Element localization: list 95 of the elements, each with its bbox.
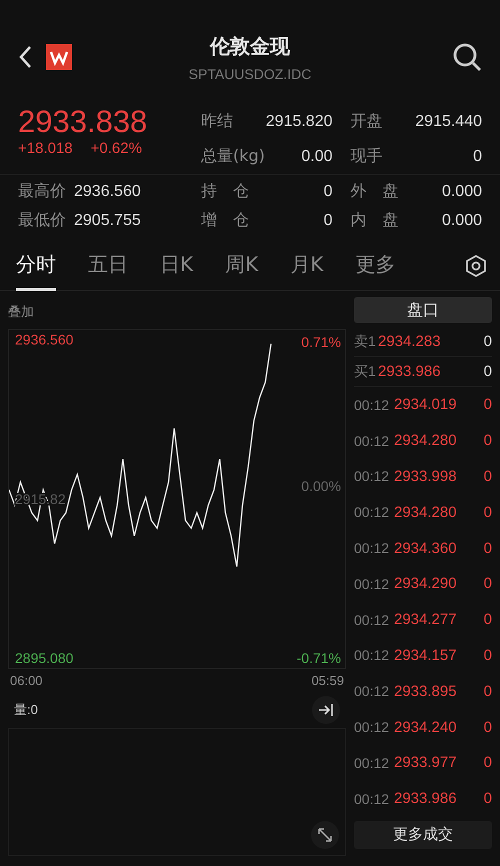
trade-volume: 0 [482,363,492,380]
instrument-title: 伦敦金现 [210,32,290,60]
stat-value: 2915.440 [415,112,482,130]
stat-label: 持 仓 [201,181,249,202]
time-label: 06:00 [10,673,43,688]
stat-label: 开盘 [350,111,382,132]
stat-value: 2936.560 [74,182,141,200]
trade-time: 00:12 [354,504,390,520]
trade-price: 2933.977 [394,754,458,772]
stat-label: 增 仓 [201,210,249,231]
instrument-code: SPTAUUSDOZ.IDC [188,66,312,82]
trade-time: 00:12 [354,612,390,628]
stat-label: 现手 [350,146,382,167]
trade-price: 2934.280 [394,432,458,450]
trade-volume: 0 [482,504,492,521]
trade-time: 00:12 [354,432,390,449]
axis-label: 0.00% [301,478,341,494]
trade-volume: 0 [482,646,492,664]
expand-icon [317,827,333,843]
axis-label: -0.71% [296,650,341,666]
order-book-button[interactable]: 盘口 [354,297,492,323]
chart-tab[interactable]: 分时 [16,250,56,290]
stat-label: 外 盘 [350,181,398,202]
price-change: +18.018 [18,140,73,157]
trade-price: 2933.986 [394,790,458,808]
chart-tab[interactable]: 日K [160,250,194,290]
arrow-to-bar-icon [318,703,334,717]
trade-volume: 0 [482,540,492,557]
settings-button[interactable] [466,254,486,276]
axis-label: 2936.560 [15,332,74,348]
trade-price: 2933.986 [378,363,442,380]
more-trades-button[interactable]: 更多成交 [354,820,492,849]
trade-volume: 0 [482,432,492,450]
trade-price: 2934.290 [394,575,458,592]
quote-label: 卖1 [354,332,377,350]
stat-label: 最高价 [18,181,66,202]
stat-value: 0 [324,182,332,200]
trade-time: 00:12 [354,647,390,664]
back-icon [18,45,32,69]
trade-time: 00:12 [354,719,390,736]
last-price: 2933.838 [18,104,148,140]
axis-label: 0.71% [301,334,341,350]
stat-label: 最低价 [18,210,66,231]
trade-price: 2934.240 [394,718,458,736]
stat-value: 0.000 [442,212,482,230]
stat-value: 0.000 [442,182,482,200]
trade-volume: 0 [482,790,492,808]
stat-value: 2905.755 [74,212,141,230]
chart-tab[interactable]: 周K [225,250,258,290]
settings-icon [466,254,486,276]
trade-volume: 0 [482,396,492,414]
trade-time: 00:12 [354,468,390,484]
stat-value: 0 [473,148,482,166]
percent-change: +0.62% [90,140,142,157]
trade-price: 2934.283 [378,333,442,350]
time-label: 05:59 [311,673,344,688]
quote-label: 买1 [354,362,377,380]
trade-volume: 0 [482,718,492,736]
trade-time: 00:12 [354,540,390,556]
search-icon [452,42,482,72]
overlay-label: 叠加 [8,303,35,321]
trade-volume: 0 [482,611,492,628]
stat-label: 内 盘 [350,210,398,231]
chart-tab[interactable]: 五日 [88,250,128,290]
jump-to-end-button[interactable] [312,696,340,724]
app-logo-icon [46,44,72,70]
stat-value: 0.00 [301,148,332,166]
axis-label: 2895.080 [15,650,74,666]
trade-price: 2934.157 [394,646,458,664]
volume-label: 量:0 [14,701,38,719]
stat-label: 总量(kg) [201,146,265,167]
trade-volume: 0 [482,575,492,592]
trade-price: 2934.280 [394,504,458,521]
trade-volume: 0 [482,333,492,350]
trade-price: 2934.360 [394,540,458,557]
trade-time: 00:12 [354,790,390,807]
chart-tab[interactable]: 更多 [355,250,396,290]
stat-value: 0 [324,212,332,230]
trade-price: 2934.277 [394,611,458,628]
trade-time: 00:12 [354,683,390,700]
trade-volume: 0 [482,754,492,772]
trade-price: 2933.998 [394,468,458,485]
search-button[interactable] [452,42,482,72]
trade-time: 00:12 [354,396,390,413]
trade-volume: 0 [482,468,492,485]
chart-tab[interactable]: 月K [290,250,324,290]
stat-value: 2915.820 [266,112,332,130]
back-button[interactable] [18,45,32,69]
trade-price: 2933.895 [394,682,458,700]
trade-time: 00:12 [354,576,390,592]
stat-label: 昨结 [201,111,233,132]
trade-price: 2934.019 [394,396,458,414]
fullscreen-button[interactable] [311,821,339,849]
trade-volume: 0 [482,682,492,700]
trade-time: 00:12 [354,754,390,771]
